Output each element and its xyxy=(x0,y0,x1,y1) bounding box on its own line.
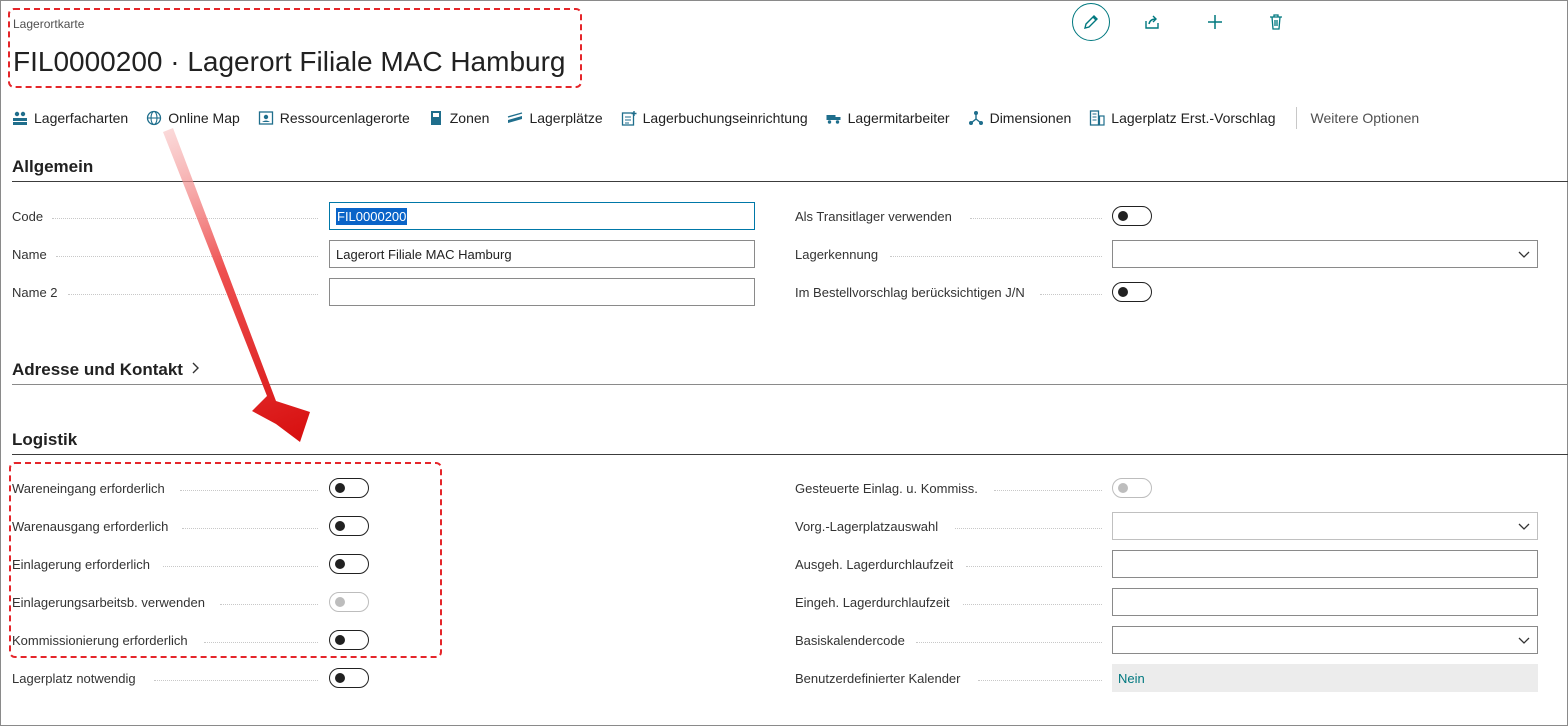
action-label: Dimensionen xyxy=(989,110,1072,126)
bin-icon xyxy=(507,110,523,126)
share-button[interactable] xyxy=(1133,3,1171,41)
action-lagerplaetze[interactable]: Lagerplätze xyxy=(507,110,603,126)
action-zonen[interactable]: Zonen xyxy=(428,110,490,126)
action-label: Zonen xyxy=(449,110,490,126)
section-divider xyxy=(12,454,1568,455)
leader-dots xyxy=(966,566,1102,567)
section-title: Adresse und Kontakt xyxy=(12,360,183,379)
section-logistik[interactable]: Logistik xyxy=(12,430,77,450)
share-icon xyxy=(1145,15,1159,29)
name2-label: Name 2 xyxy=(12,285,58,300)
transit-label: Als Transitlager verwenden xyxy=(795,209,952,224)
leader-dots xyxy=(890,256,1102,257)
action-label: Online Map xyxy=(168,110,240,126)
ausgeh-label: Ausgeh. Lagerdurchlaufzeit xyxy=(795,557,954,572)
leader-dots xyxy=(56,256,318,257)
action-online-map[interactable]: Online Map xyxy=(146,110,240,126)
action-dimensionen[interactable]: Dimensionen xyxy=(968,110,1072,126)
employee-icon xyxy=(826,110,842,126)
leader-dots xyxy=(970,218,1102,219)
chevron-right-icon xyxy=(192,362,199,374)
basiskalender-label: Basiskalendercode xyxy=(795,633,905,648)
gesteuerte-toggle xyxy=(1112,478,1152,498)
title-highlight-box xyxy=(8,8,582,88)
leader-dots xyxy=(963,604,1102,605)
new-button[interactable] xyxy=(1196,3,1234,41)
chevron-down-icon xyxy=(1518,637,1530,644)
more-options-button[interactable]: Weitere Optionen xyxy=(1311,110,1420,126)
action-lagerbuchungseinrichtung[interactable]: Lagerbuchungseinrichtung xyxy=(621,110,808,126)
lagerkennung-dropdown[interactable] xyxy=(1112,240,1538,268)
section-allgemein[interactable]: Allgemein xyxy=(12,157,93,177)
leader-dots xyxy=(978,680,1102,681)
leader-dots xyxy=(68,294,318,295)
globe-icon xyxy=(146,110,162,126)
zone-icon xyxy=(428,110,444,126)
eingeh-label: Eingeh. Lagerdurchlaufzeit xyxy=(795,595,950,610)
lagerplatz-notwendig-toggle[interactable] xyxy=(329,668,369,688)
eingeh-field[interactable] xyxy=(1112,588,1538,616)
section-divider xyxy=(12,181,1568,182)
pencil-icon xyxy=(1084,15,1098,29)
benutzer-kalender-field[interactable]: Nein xyxy=(1112,664,1538,692)
leader-dots xyxy=(1040,294,1102,295)
action-lagerfacharten[interactable]: Lagerfacharten xyxy=(12,110,128,126)
lagerkennung-label: Lagerkennung xyxy=(795,247,879,262)
action-separator xyxy=(1295,107,1297,129)
code-value: FIL0000200 xyxy=(336,207,408,225)
action-label: Ressourcenlagerorte xyxy=(279,110,410,126)
delete-button[interactable] xyxy=(1257,3,1295,41)
action-bar: Lagerfacharten Online Map Ressourcenlage… xyxy=(12,101,1437,135)
leader-dots xyxy=(916,642,1102,643)
action-lagermitarbeiter[interactable]: Lagermitarbeiter xyxy=(826,110,950,126)
action-ressourcenlagerorte[interactable]: Ressourcenlagerorte xyxy=(258,110,410,126)
resource-icon xyxy=(258,110,274,126)
action-label: Lagerplatz Erst.-Vorschlag xyxy=(1111,110,1276,126)
worksheet-icon xyxy=(1089,110,1105,126)
lagerplatz-notwendig-label: Lagerplatz notwendig xyxy=(12,671,136,686)
dimension-icon xyxy=(968,110,984,126)
name-label: Name xyxy=(12,247,47,262)
leader-dots xyxy=(154,680,318,681)
section-adresse-kontakt[interactable]: Adresse und Kontakt xyxy=(12,360,201,380)
section-divider xyxy=(12,384,1568,385)
trash-icon xyxy=(1270,14,1282,30)
leader-dots xyxy=(52,218,318,219)
bestellvorschlag-label: Im Bestellvorschlag berücksichtigen J/N xyxy=(795,285,1025,300)
gesteuerte-label: Gesteuerte Einlag. u. Kommiss. xyxy=(795,481,978,496)
code-field[interactable]: FIL0000200 xyxy=(329,202,755,230)
code-label: Code xyxy=(12,209,44,224)
action-label: Lagerplätze xyxy=(529,110,603,126)
setup-icon xyxy=(621,110,637,126)
chevron-down-icon xyxy=(1518,251,1530,258)
bins-icon xyxy=(12,110,28,126)
vorg-lagerplatz-label: Vorg.-Lagerplatzauswahl xyxy=(795,519,939,534)
leader-dots xyxy=(955,528,1102,529)
vorg-lagerplatz-dropdown[interactable] xyxy=(1112,512,1538,540)
edit-button[interactable] xyxy=(1072,3,1110,41)
logistics-highlight-box xyxy=(9,462,442,658)
ausgeh-field[interactable] xyxy=(1112,550,1538,578)
chevron-down-icon xyxy=(1518,523,1530,530)
transit-toggle[interactable] xyxy=(1112,206,1152,226)
basiskalender-dropdown[interactable] xyxy=(1112,626,1538,654)
benutzer-kalender-label: Benutzerdefinierter Kalender xyxy=(795,671,961,686)
leader-dots xyxy=(994,490,1102,491)
plus-icon xyxy=(1208,15,1222,29)
action-lagerplatz-erst-vorschlag[interactable]: Lagerplatz Erst.-Vorschlag xyxy=(1089,110,1276,126)
action-label: Lagerbuchungseinrichtung xyxy=(642,110,808,126)
bestellvorschlag-toggle[interactable] xyxy=(1112,282,1152,302)
name-field[interactable]: Lagerort Filiale MAC Hamburg xyxy=(329,240,755,268)
action-label: Lagerfacharten xyxy=(34,110,129,126)
action-label: Lagermitarbeiter xyxy=(847,110,950,126)
name2-field[interactable] xyxy=(329,278,755,306)
